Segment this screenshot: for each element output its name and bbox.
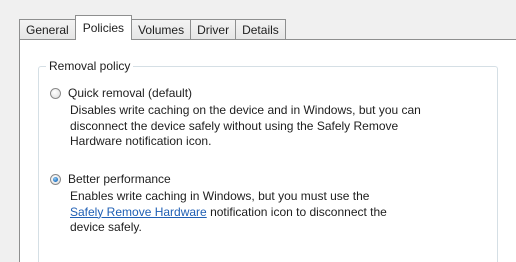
better-performance-radio-row[interactable]: Better performance (50, 171, 490, 187)
quick-removal-description-line: Hardware notification icon. (70, 134, 212, 148)
tab-driver[interactable]: Driver (190, 19, 237, 40)
better-performance-radio[interactable] (50, 173, 61, 185)
tab-policies[interactable]: Policies (74, 15, 133, 40)
better-performance-description-text: notification icon to disconnect the (206, 204, 387, 219)
quick-removal-description-line: Disables write caching on the device and… (70, 103, 421, 117)
quick-removal-radio-row[interactable]: Quick removal (default) (50, 85, 490, 101)
better-performance-description-line: device safely. (70, 220, 142, 234)
policies-tab-panel: Removal policy Quick removal (default) D… (19, 39, 516, 262)
quick-removal-option: Quick removal (default) Disables write c… (50, 85, 490, 150)
quick-removal-description: Disables write caching on the device and… (70, 103, 490, 150)
quick-removal-label[interactable]: Quick removal (default) (68, 86, 192, 100)
better-performance-label[interactable]: Better performance (68, 172, 171, 186)
better-performance-description-line: Enables write caching in Windows, but yo… (70, 189, 370, 203)
tab-general[interactable]: General (19, 19, 76, 40)
better-performance-description: Enables write caching in Windows, but yo… (70, 189, 490, 236)
tab-volumes[interactable]: Volumes (131, 19, 192, 40)
tab-details[interactable]: Details (235, 19, 286, 40)
removal-policy-group: Removal policy Quick removal (default) D… (38, 59, 498, 262)
quick-removal-description-line: disconnect the device safely without usi… (70, 118, 399, 133)
better-performance-option: Better performance Enables write caching… (50, 171, 490, 236)
quick-removal-radio[interactable] (50, 87, 61, 99)
removal-policy-group-title: Removal policy (46, 59, 134, 73)
better-performance-description-line: Safely Remove Hardware notification icon… (70, 205, 490, 221)
safely-remove-hardware-link[interactable]: Safely Remove Hardware (70, 205, 207, 219)
tab-strip: General Policies Volumes Driver Details (19, 15, 286, 40)
